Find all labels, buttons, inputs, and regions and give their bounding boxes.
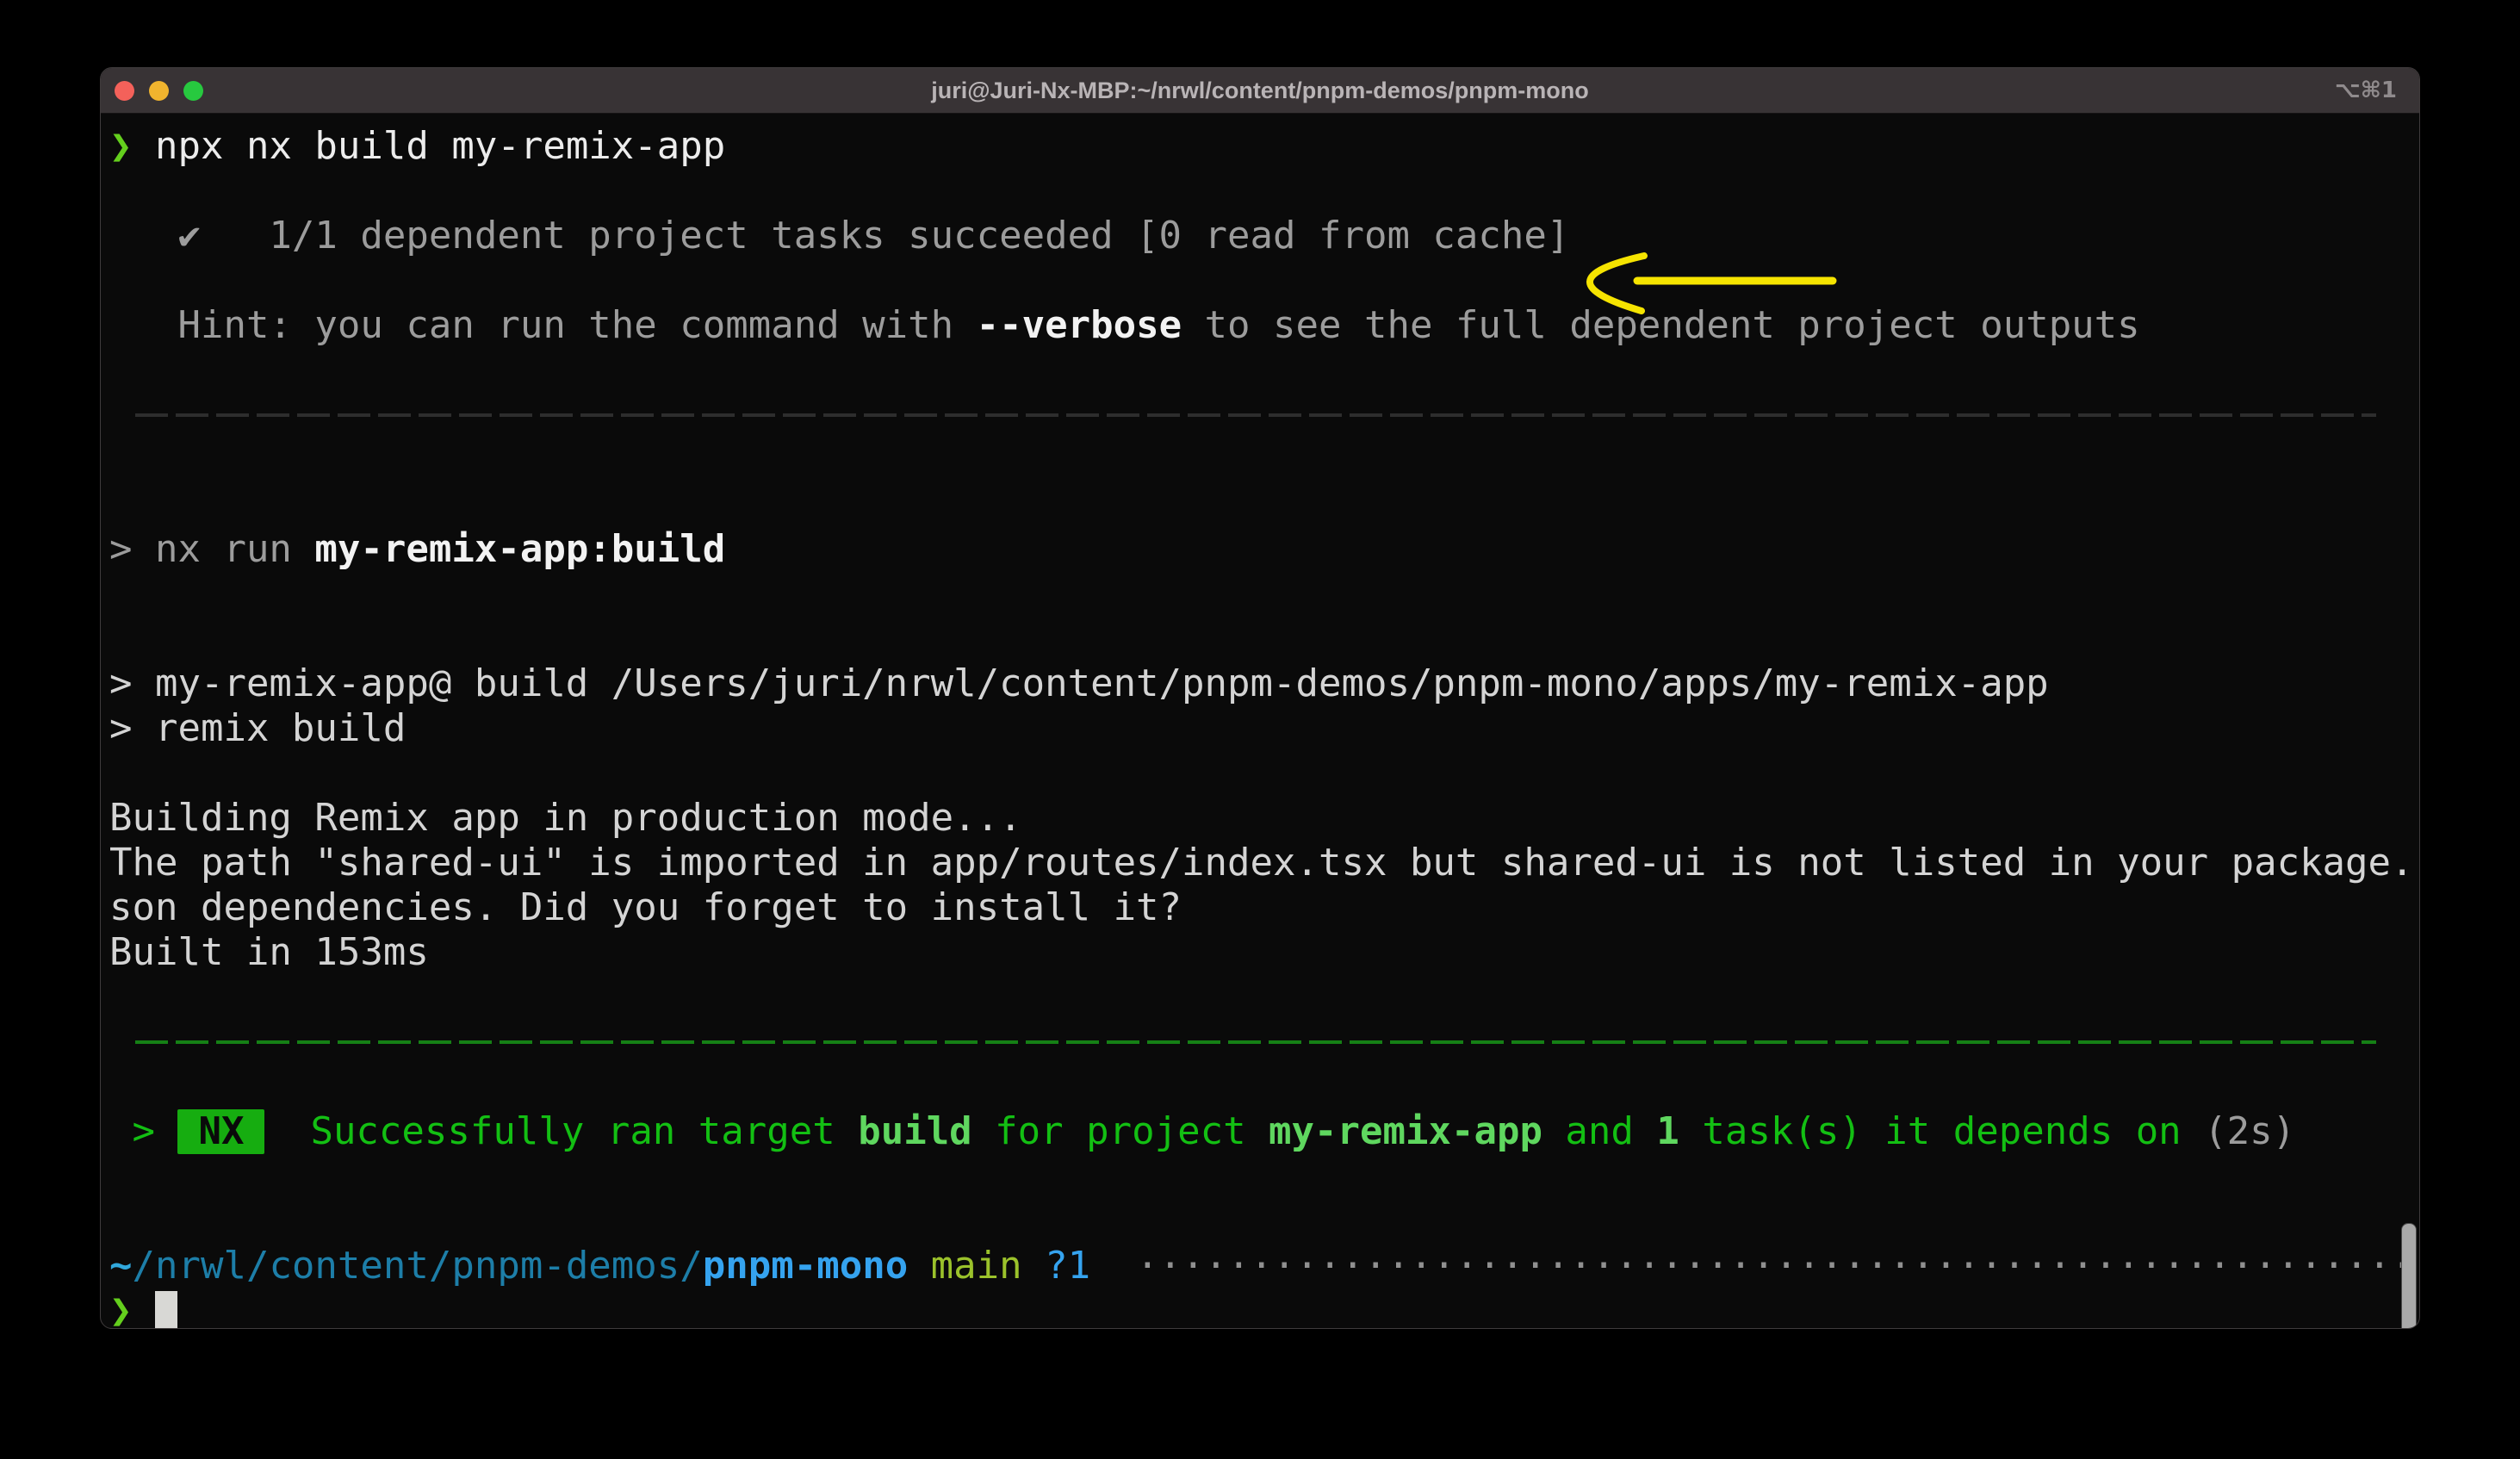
success-text-2: for project [972, 1109, 1269, 1153]
nx-run-prefix: > nx run [109, 527, 314, 571]
cursor-line[interactable]: ❯ [109, 1288, 2411, 1329]
nx-badge: NX [177, 1109, 264, 1154]
success-count-bold: 1 [1656, 1109, 1679, 1153]
terminal-window: juri@Juri-Nx-MBP:~/nrwl/content/pnpm-dem… [100, 67, 2420, 1329]
keyboard-shortcut-badge: ⌥⌘1 [2299, 78, 2419, 103]
prompt-chevron-icon: ❯ [109, 1288, 133, 1329]
build-output-line: Built in 153ms [109, 930, 2411, 975]
git-branch: main [908, 1244, 1045, 1288]
minimize-button-icon[interactable] [149, 81, 169, 101]
success-text-3: and [1542, 1109, 1656, 1153]
home-dir: ~ [109, 1244, 133, 1288]
spacer [109, 169, 2411, 214]
spacer [109, 482, 2411, 527]
spacer [109, 1199, 2411, 1244]
nx-run-line: > nx run my-remix-app:build [109, 527, 2411, 572]
dashed-line [135, 1040, 2376, 1044]
window-title: juri@Juri-Nx-MBP:~/nrwl/content/pnpm-dem… [221, 78, 2299, 104]
remix-build-line: > remix build [109, 706, 2411, 751]
spacer [109, 1065, 2411, 1109]
success-project-bold: my-remix-app [1269, 1109, 1542, 1153]
section-divider-2 [109, 1020, 2411, 1065]
success-target-bold: build [858, 1109, 971, 1153]
terminal-cursor [155, 1291, 177, 1329]
command-line-1: ❯ npx nx build my-remix-app [109, 124, 2411, 169]
yellow-arrow-icon [1556, 230, 1849, 342]
task-success-line: ✔ 1/1 dependent project tasks succeeded … [109, 214, 2411, 258]
spacer [109, 751, 2411, 796]
build-output-line: Building Remix app in production mode... [109, 796, 2411, 841]
traffic-lights [101, 81, 221, 101]
hint-line: Hint: you can run the command with --ver… [109, 303, 2411, 348]
prompt-chevron-icon: ❯ [109, 124, 133, 168]
terminal-body[interactable]: ❯ npx nx build my-remix-app ✔ 1/1 depend… [101, 114, 2419, 1329]
nx-run-target: my-remix-app:build [314, 527, 725, 571]
spacer [109, 348, 2411, 393]
cwd-path: /nrwl/content/pnpm-demos/ [133, 1244, 703, 1288]
spacer [109, 975, 2411, 1020]
title-bar[interactable]: juri@Juri-Nx-MBP:~/nrwl/content/pnpm-dem… [101, 68, 2419, 114]
spacer [109, 617, 2411, 661]
repo-name: pnpm-mono [703, 1244, 908, 1288]
spacer [109, 258, 2411, 303]
success-prompt: > [109, 1109, 177, 1153]
package-build-line: > my-remix-app@ build /Users/juri/nrwl/c… [109, 661, 2411, 706]
dashed-line [135, 413, 2376, 417]
build-output-line: son dependencies. Did you forget to inst… [109, 885, 2411, 930]
scrollbar-thumb[interactable] [2401, 1223, 2417, 1329]
zoom-button-icon[interactable] [183, 81, 203, 101]
git-status: ?1 [1045, 1244, 1090, 1288]
success-duration: (2s) [2204, 1109, 2295, 1153]
success-line: > NX Successfully ran target build for p… [109, 1109, 2411, 1154]
success-text-4: task(s) it depends on [1679, 1109, 2204, 1153]
spacer [109, 1154, 2411, 1199]
spacer [109, 572, 2411, 617]
build-output-line: The path "shared-ui" is imported in app/… [109, 841, 2411, 885]
hint-text-pre: Hint: you can run the command with [109, 303, 977, 347]
section-divider-1 [109, 393, 2411, 438]
filler-dots: ········································… [1090, 1244, 2411, 1288]
verbose-flag: --verbose [977, 303, 1182, 347]
spacer [109, 438, 2411, 482]
close-button-icon[interactable] [115, 81, 134, 101]
success-text-1: Successfully ran target [264, 1109, 858, 1153]
command-text: npx nx build my-remix-app [133, 124, 726, 168]
shell-prompt-line: ~/nrwl/content/pnpm-demos/pnpm-mono main… [109, 1244, 2411, 1288]
